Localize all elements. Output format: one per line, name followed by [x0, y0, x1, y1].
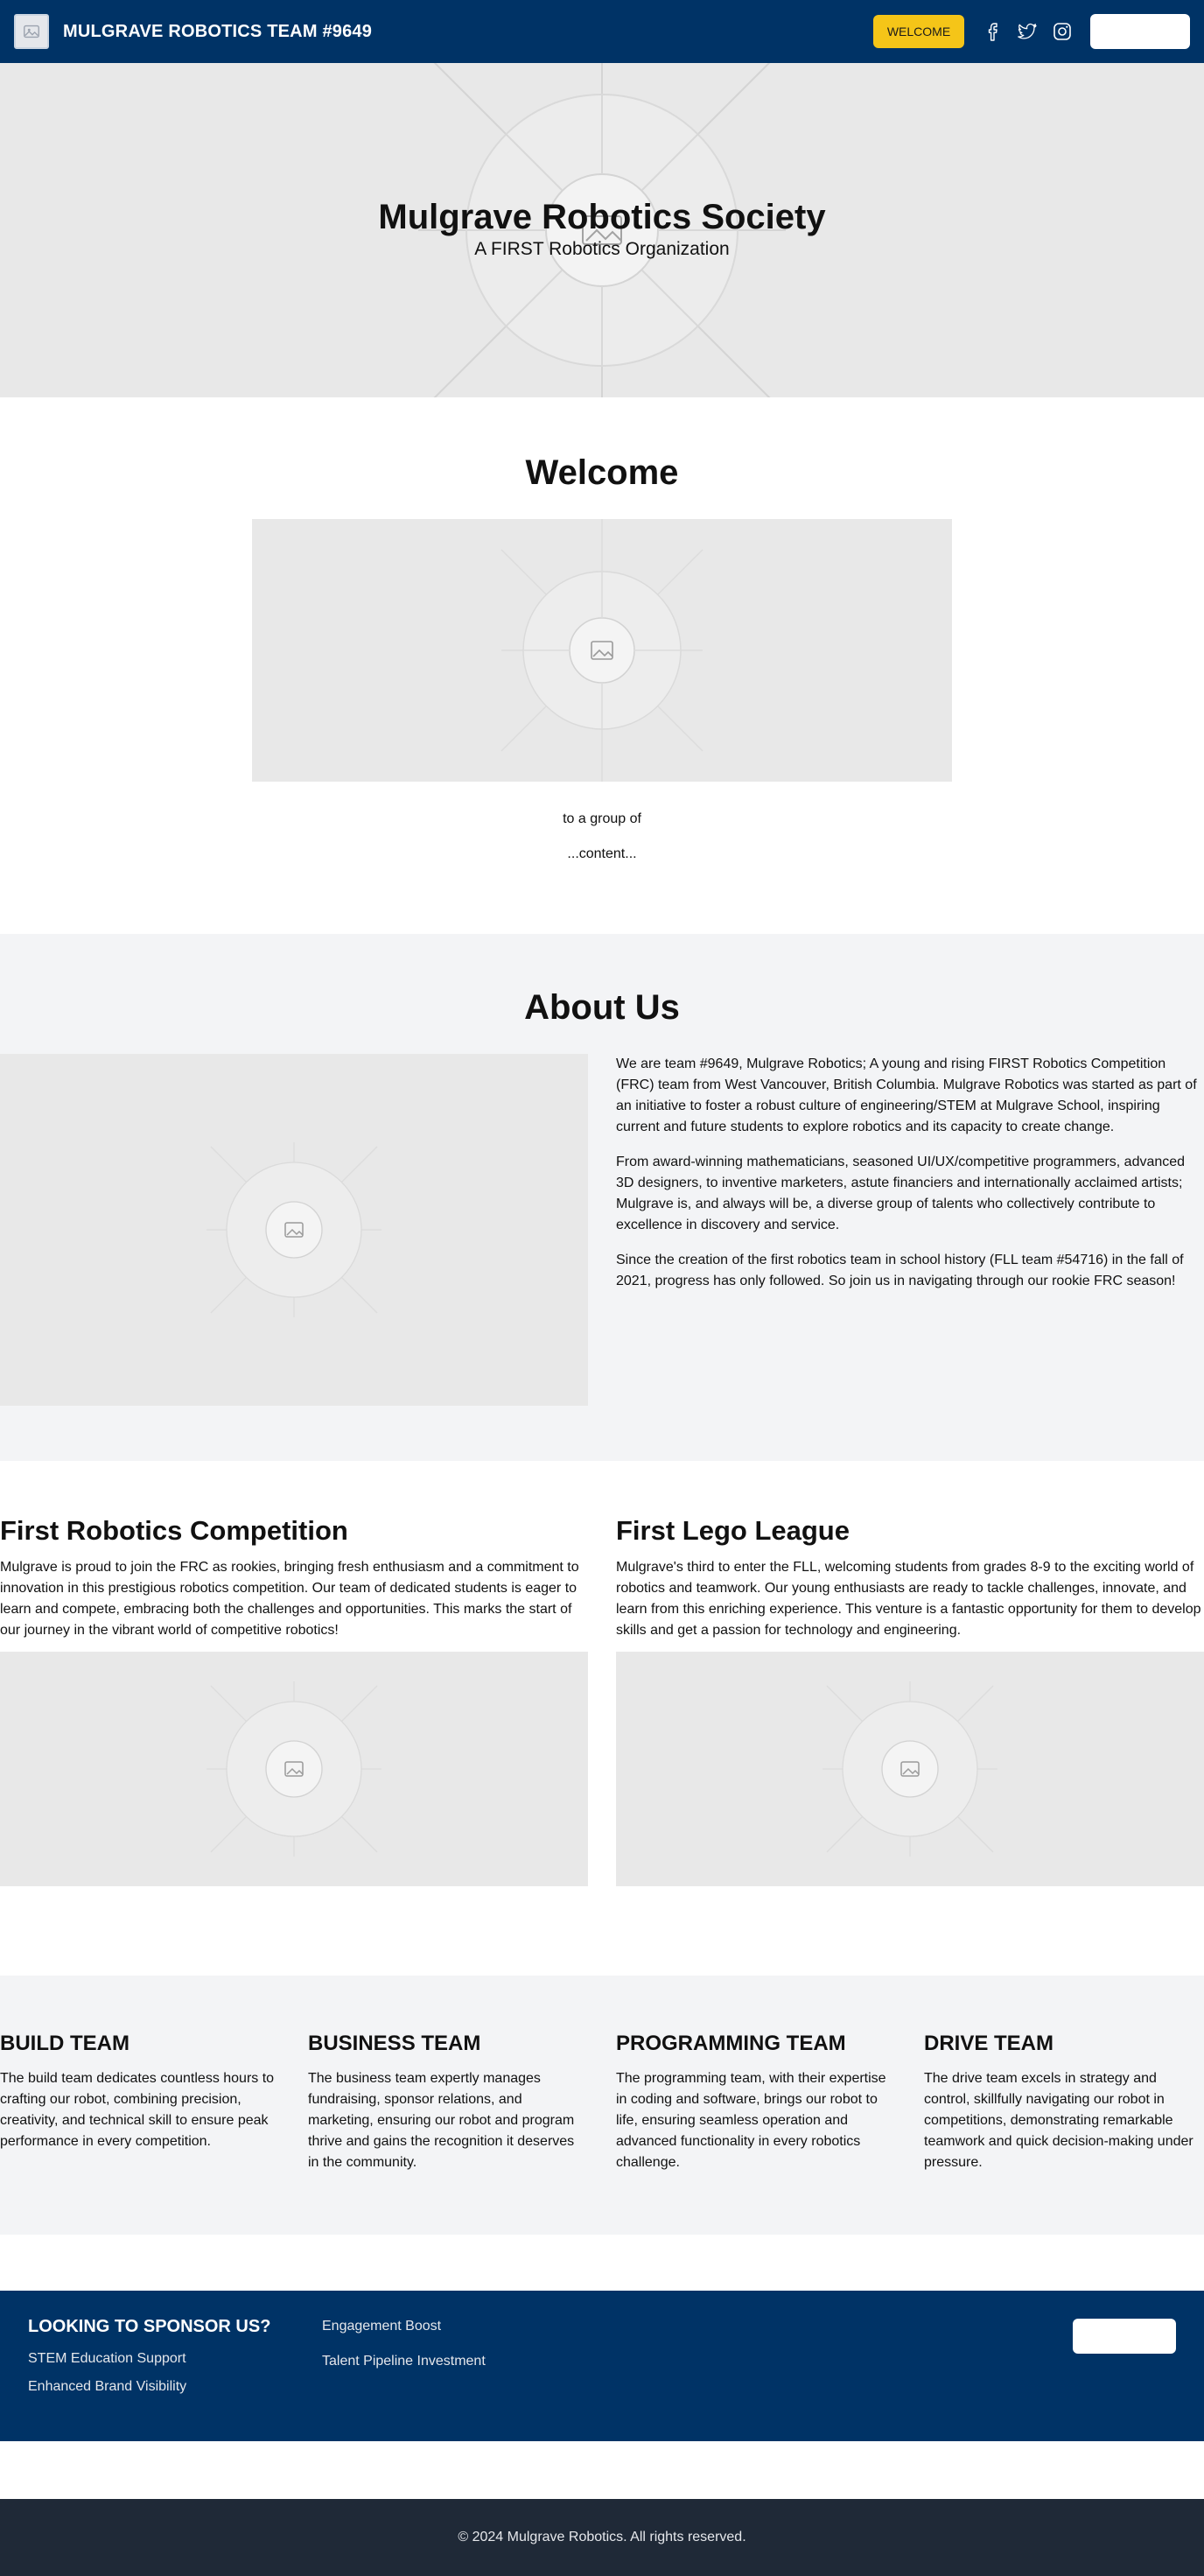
fll-text: Mulgrave's third to enter the FLL, welco…	[616, 1560, 1201, 1638]
team-title: DRIVE TEAM	[924, 2032, 1054, 2055]
welcome-title: Welcome	[525, 453, 679, 492]
about-paragraph: From award-winning mathematicians, seaso…	[616, 1155, 1186, 1232]
team-card-business: BUSINESS TEAM The business team expertly…	[308, 2032, 588, 2235]
image-placeholder-graphic	[822, 1681, 998, 1857]
frc-image	[0, 1652, 588, 1886]
about-title: About Us	[524, 988, 680, 1027]
blank-nav-button[interactable]	[1090, 14, 1190, 49]
about-text: We are team #9649, Mulgrave Robotics; A …	[616, 1054, 1204, 1406]
welcome-image	[252, 519, 952, 782]
sponsor-benefit: Enhanced Brand Visibility	[28, 2379, 187, 2394]
team-text: The business team expertly manages fundr…	[308, 2071, 575, 2170]
team-text: The build team dedicates countless hours…	[0, 2071, 275, 2149]
welcome-text-line1: to a group of	[563, 811, 641, 826]
image-placeholder-icon	[24, 25, 39, 39]
sponsor-benefit: Engagement Boost	[322, 2319, 442, 2334]
hero-subtitle: A FIRST Robotics Organization	[474, 239, 730, 259]
sponsor-button[interactable]	[1073, 2319, 1176, 2354]
top-navbar: MULGRAVE ROBOTICS TEAM #9649 WELCOME	[0, 0, 1204, 63]
team-card-drive: DRIVE TEAM The drive team excels in stra…	[924, 2032, 1204, 2235]
team-card-programming: PROGRAMMING TEAM The programming team, w…	[616, 2032, 896, 2235]
team-text: The programming team, with their experti…	[616, 2071, 886, 2170]
team-text: The drive team excels in strategy and co…	[924, 2071, 1194, 2170]
frc-title: First Robotics Competition	[0, 1515, 348, 1546]
welcome-section: Welcome to a group of ...content...	[0, 397, 1204, 862]
fll-title: First Lego League	[616, 1515, 850, 1546]
team-card-build: BUILD TEAM The build team dedicates coun…	[0, 2032, 280, 2235]
team-title: BUSINESS TEAM	[308, 2032, 481, 2055]
image-placeholder-graphic	[206, 1681, 382, 1857]
sponsor-benefit: STEM Education Support	[28, 2351, 186, 2366]
about-section: About Us We are team #9649, Mulgrave Rob…	[0, 934, 1204, 1461]
sponsor-section: LOOKING TO SPONSOR US? STEM Education Su…	[0, 2291, 1204, 2441]
about-paragraph: Since the creation of the first robotics…	[616, 1253, 1184, 1288]
copyright-text: © 2024 Mulgrave Robotics. All rights res…	[458, 2530, 746, 2544]
image-placeholder-graphic	[206, 1142, 382, 1317]
about-paragraph: We are team #9649, Mulgrave Robotics; A …	[616, 1056, 1197, 1134]
welcome-button[interactable]: WELCOME	[873, 15, 964, 48]
sponsor-benefit: Talent Pipeline Investment	[322, 2354, 486, 2369]
fll-card: First Lego League Mulgrave's third to en…	[616, 1515, 1204, 1976]
programs-section: First Robotics Competition Mulgrave is p…	[0, 1461, 1204, 1976]
facebook-icon[interactable]	[982, 21, 1003, 42]
site-title[interactable]: MULGRAVE ROBOTICS TEAM #9649	[63, 22, 372, 42]
twitter-icon[interactable]	[1017, 21, 1038, 42]
fll-image	[616, 1652, 1204, 1886]
team-title: PROGRAMMING TEAM	[616, 2032, 846, 2055]
frc-text: Mulgrave is proud to join the FRC as roo…	[0, 1560, 579, 1638]
hero-banner: Mulgrave Robotics Society A FIRST Roboti…	[0, 63, 1204, 397]
social-links	[982, 21, 1073, 42]
hero-title: Mulgrave Robotics Society	[378, 198, 826, 236]
about-image	[0, 1054, 588, 1406]
frc-card: First Robotics Competition Mulgrave is p…	[0, 1515, 588, 1976]
instagram-icon[interactable]	[1052, 21, 1073, 42]
team-title: BUILD TEAM	[0, 2032, 130, 2055]
welcome-text-line2: ...content...	[567, 846, 637, 861]
logo[interactable]	[14, 14, 49, 49]
sponsor-title: LOOKING TO SPONSOR US?	[28, 2317, 271, 2336]
footer: © 2024 Mulgrave Robotics. All rights res…	[0, 2499, 1204, 2576]
image-placeholder-graphic	[500, 519, 704, 782]
teams-section: BUILD TEAM The build team dedicates coun…	[0, 1976, 1204, 2235]
